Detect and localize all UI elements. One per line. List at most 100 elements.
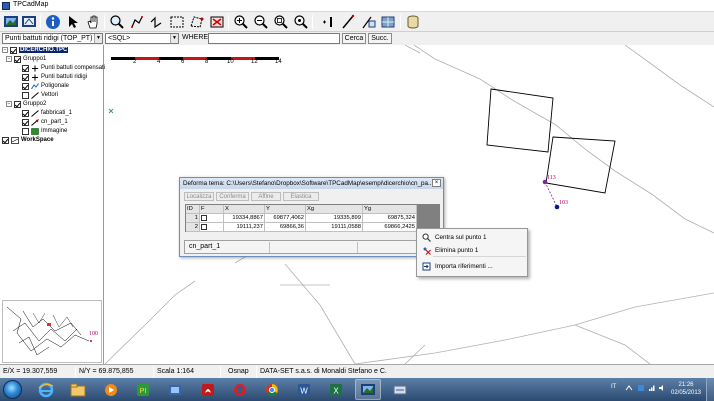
layer-item[interactable]: Vettori	[22, 91, 58, 99]
status-osnap[interactable]: Osnap	[228, 367, 249, 377]
rectangle-select-icon[interactable]	[169, 14, 185, 30]
next-button[interactable]: Succ.	[368, 33, 392, 44]
tab-locate[interactable]: Localizza	[184, 192, 214, 201]
show-desktop-button[interactable]	[706, 378, 714, 401]
cell-x[interactable]: 19111,237	[224, 223, 265, 232]
layer-item[interactable]: Punti battuti ridigi	[22, 73, 87, 81]
cell-xg[interactable]: 19335,899	[306, 214, 363, 223]
row-flag-checkbox[interactable]	[200, 214, 224, 223]
workspace-checkbox[interactable]	[2, 136, 9, 144]
group-2-checkbox[interactable]	[14, 100, 21, 108]
layer-checkbox[interactable]	[22, 64, 29, 72]
network-icon[interactable]	[648, 384, 656, 392]
cell-x[interactable]: 19334,8867	[224, 214, 265, 223]
layer-checkbox[interactable]	[22, 82, 29, 90]
tpcadmap-task-icon[interactable]	[355, 379, 381, 400]
database-icon[interactable]	[405, 14, 421, 30]
where-input[interactable]	[208, 33, 340, 44]
app-launcher-icon[interactable]: PI	[130, 379, 156, 400]
layer-checkbox[interactable]	[22, 127, 29, 135]
cell-yg[interactable]: 69875,324	[363, 214, 417, 223]
layer-checkbox[interactable]	[22, 118, 29, 126]
column-header[interactable]: F	[200, 205, 224, 214]
zoom-in-icon[interactable]	[233, 14, 249, 30]
layer-item[interactable]: fabbricati_1	[22, 109, 72, 117]
internet-explorer-icon[interactable]	[33, 379, 59, 400]
chevron-down-icon[interactable]: ▼	[94, 34, 102, 43]
excel-icon[interactable]: X	[323, 379, 349, 400]
taskbar-clock[interactable]: 21:26 02/05/2013	[668, 381, 704, 397]
zoom-extents-icon[interactable]	[293, 14, 309, 30]
tab-affine[interactable]: Affine	[251, 192, 281, 201]
network-tool-icon[interactable]	[387, 379, 413, 400]
layer-checkbox[interactable]	[22, 73, 29, 81]
cell-xg[interactable]: 19111,0588	[306, 223, 363, 232]
close-icon[interactable]: ×	[432, 179, 441, 187]
collapse-icon[interactable]: −	[6, 56, 12, 62]
polygon-select-icon[interactable]	[189, 14, 205, 30]
word-icon[interactable]: W	[291, 379, 317, 400]
layer-item[interactable]: Punti battuti compensati	[22, 64, 105, 72]
print-map-icon[interactable]	[21, 14, 37, 30]
menu-item-center-point[interactable]: Centra sul punto 1	[419, 231, 526, 243]
tray-expand-icon[interactable]	[625, 384, 633, 392]
opera-icon[interactable]	[227, 379, 253, 400]
sql-select[interactable]: <SQL> ▼	[105, 33, 179, 44]
zoom-window-icon[interactable]	[273, 14, 289, 30]
info-icon[interactable]	[45, 14, 61, 30]
layer-item[interactable]: cn_part_1	[22, 118, 68, 126]
zoom-icon[interactable]	[109, 14, 125, 30]
cell-y[interactable]: 69866,36	[265, 223, 306, 232]
row-flag-checkbox[interactable]	[200, 223, 224, 232]
layer-checkbox[interactable]	[22, 91, 29, 99]
tree-root[interactable]: − DICERCHIO.TPC	[2, 46, 69, 54]
pan-hand-icon[interactable]	[85, 14, 101, 30]
search-button[interactable]: Cerca	[342, 33, 366, 44]
column-header[interactable]: ID	[186, 205, 200, 214]
column-header[interactable]: Yg	[363, 205, 417, 214]
raster-image-icon[interactable]	[380, 14, 396, 30]
chrome-icon[interactable]	[259, 379, 285, 400]
ftp-client-icon[interactable]	[162, 379, 188, 400]
tree-workspace[interactable]: WorkSpace	[2, 136, 54, 144]
collapse-icon[interactable]: −	[6, 101, 12, 107]
clear-selection-icon[interactable]	[209, 14, 225, 30]
layer-select[interactable]: Punti battuti ridigi (TOP_PT) ▼	[2, 33, 103, 44]
root-checkbox[interactable]	[10, 46, 17, 54]
tab-elastic[interactable]: Elastica	[283, 192, 319, 201]
menu-item-import-references[interactable]: Importa riferimenti ...	[419, 260, 526, 272]
tab-confirm[interactable]: Conferma	[216, 192, 249, 201]
group-1-checkbox[interactable]	[14, 55, 21, 63]
column-header[interactable]: Xg	[306, 205, 363, 214]
media-player-icon[interactable]	[98, 379, 124, 400]
cell-y[interactable]: 69877,4062	[265, 214, 306, 223]
chevron-down-icon[interactable]: ▼	[170, 34, 178, 43]
table-row[interactable]: 1 19334,8867 69877,4062 19335,899 69875,…	[186, 214, 417, 223]
line-tool-icon[interactable]	[340, 14, 356, 30]
volume-icon[interactable]	[658, 384, 666, 392]
tray-app-icon[interactable]	[637, 384, 645, 392]
menu-item-delete-point[interactable]: Elimina punto 1	[419, 244, 526, 256]
tree-group-1[interactable]: − Gruppo1	[6, 55, 46, 63]
column-header[interactable]: X	[224, 205, 265, 214]
start-button[interactable]	[3, 380, 22, 399]
table-row[interactable]: 2 19111,237 69866,36 19111,0588 69866,24…	[186, 223, 417, 232]
polyline-icon[interactable]	[149, 14, 165, 30]
layer-checkbox[interactable]	[22, 109, 29, 117]
layer-item[interactable]: Immagine	[22, 127, 67, 135]
language-indicator[interactable]: IT	[611, 384, 616, 390]
deform-layer-icon[interactable]	[360, 14, 376, 30]
acrobat-icon[interactable]	[195, 379, 221, 400]
zoom-out-icon[interactable]	[253, 14, 269, 30]
open-project-icon[interactable]	[3, 14, 19, 30]
collapse-icon[interactable]: −	[2, 47, 8, 53]
overview-map[interactable]: 100	[2, 300, 102, 363]
file-explorer-icon[interactable]	[65, 379, 91, 400]
measure-icon[interactable]	[129, 14, 145, 30]
cell-yg[interactable]: 69866,2425	[363, 223, 417, 232]
column-header[interactable]: Y	[265, 205, 306, 214]
pointer-icon[interactable]	[65, 14, 81, 30]
layer-item[interactable]: Poligonale	[22, 82, 69, 90]
point-tool-icon[interactable]	[320, 14, 336, 30]
tree-group-2[interactable]: − Gruppo2	[6, 100, 46, 108]
